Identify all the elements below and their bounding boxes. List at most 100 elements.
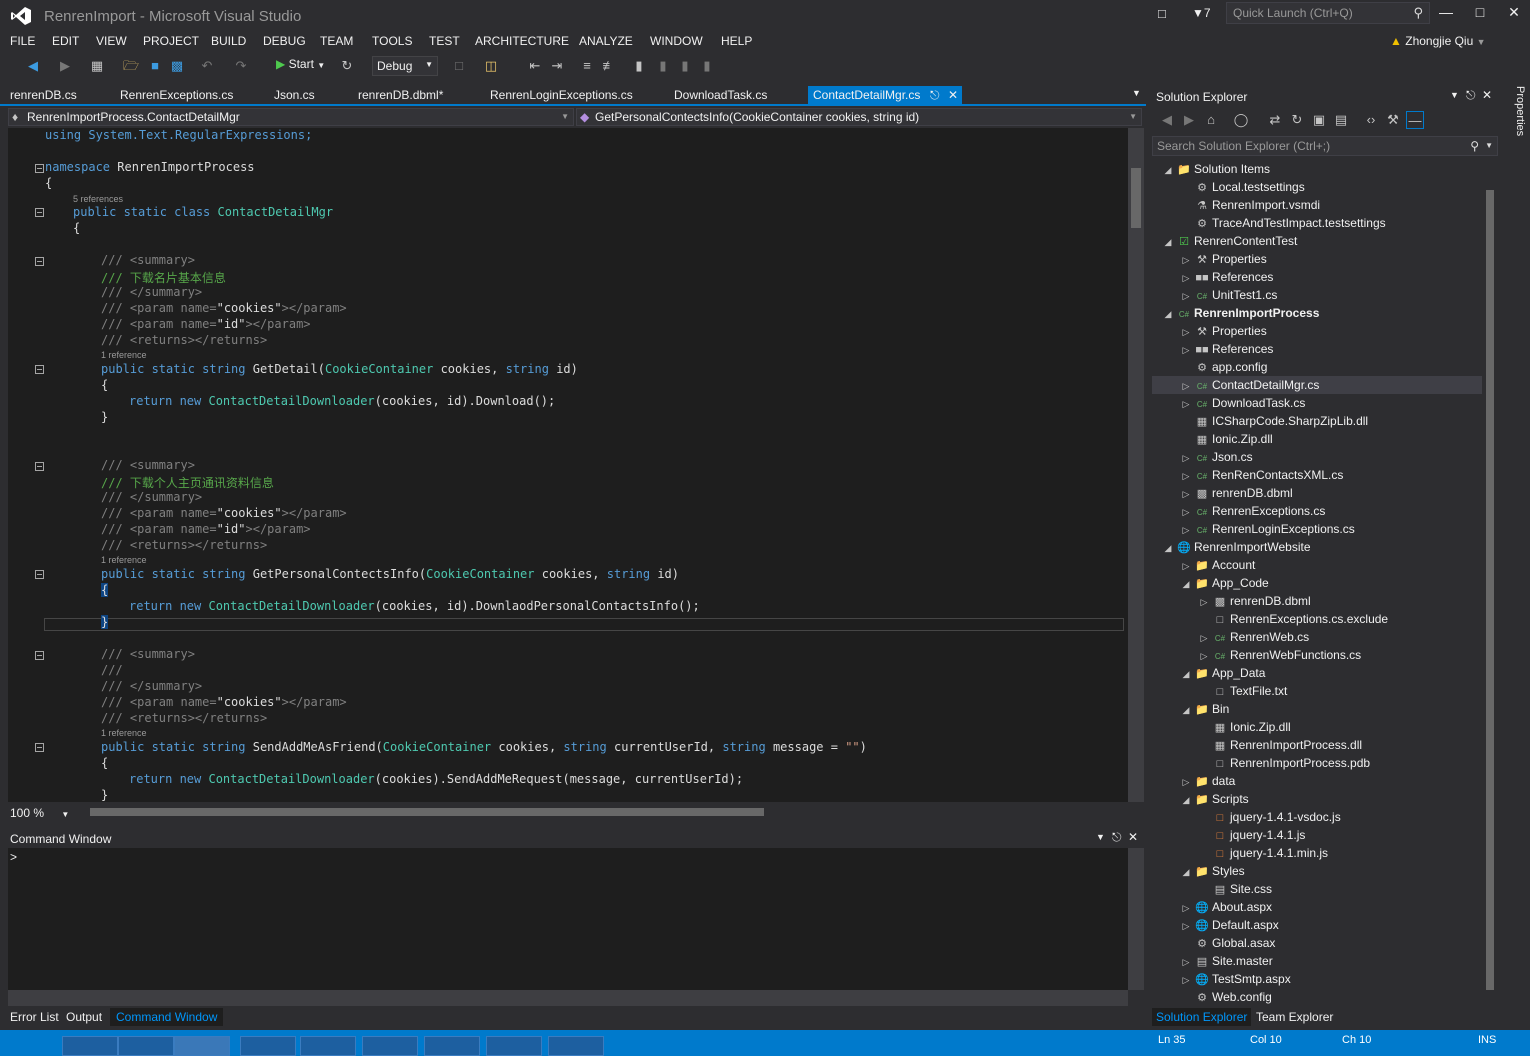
- tree-item[interactable]: □ jquery-1.4.1.js: [1152, 826, 1482, 844]
- codelens-references[interactable]: 1 reference: [101, 350, 147, 360]
- menu-test[interactable]: TEST: [429, 34, 460, 48]
- tree-item[interactable]: ⚙ Local.testsettings: [1152, 178, 1482, 196]
- find-icon[interactable]: □: [450, 57, 468, 75]
- tree-item[interactable]: ◢ C# RenrenImportProcess: [1152, 304, 1482, 322]
- tree-item[interactable]: ⚗ RenrenImport.vsmdi: [1152, 196, 1482, 214]
- taskbar-app-console[interactable]: [240, 1036, 296, 1056]
- tree-item[interactable]: ▷ C# RenrenExceptions.cs: [1152, 502, 1482, 520]
- tab-renrenloginexceptions-cs[interactable]: RenrenLoginExceptions.cs: [490, 88, 633, 102]
- tree-item[interactable]: ▷ ■■ References: [1152, 268, 1482, 286]
- collapsed-arrow-icon[interactable]: ▷: [1178, 449, 1194, 467]
- solution-configuration-select[interactable]: Debug ▼: [372, 56, 438, 76]
- tree-item[interactable]: ▷ ⚒ Properties: [1152, 250, 1482, 268]
- close-button[interactable]: ✕: [1500, 4, 1528, 24]
- save-icon[interactable]: ■: [146, 57, 164, 75]
- tab-contactdetailmgr-cs[interactable]: ContactDetailMgr.cs: [813, 88, 920, 102]
- clear-bookmarks-icon[interactable]: ▮: [698, 57, 716, 75]
- collapsed-arrow-icon[interactable]: ▷: [1178, 323, 1194, 341]
- collapse-all-icon[interactable]: ▣: [1310, 111, 1328, 129]
- sync-icon[interactable]: ⇄: [1266, 111, 1284, 129]
- zoom-level[interactable]: 100 % ▼: [10, 806, 69, 820]
- tree-item[interactable]: □ jquery-1.4.1.min.js: [1152, 844, 1482, 862]
- new-project-icon[interactable]: ▦: [88, 57, 106, 75]
- tree-item[interactable]: □ TextFile.txt: [1152, 682, 1482, 700]
- tree-item[interactable]: ▷ ⚒ Properties: [1152, 322, 1482, 340]
- refresh-icon[interactable]: ↻: [1288, 111, 1306, 129]
- member-navigation-dropdown[interactable]: ◆ GetPersonalContectsInfo(CookieContaine…: [576, 108, 1142, 126]
- collapsed-arrow-icon[interactable]: ▷: [1178, 287, 1194, 305]
- start-button[interactable]: ▶ Start ▼: [276, 57, 325, 71]
- menu-help[interactable]: HELP: [721, 34, 752, 48]
- codelens-references[interactable]: 1 reference: [101, 555, 147, 565]
- tab-error-list[interactable]: Error List: [10, 1010, 59, 1024]
- tree-item[interactable]: ▷ C# ContactDetailMgr.cs: [1152, 376, 1482, 394]
- tab-renrendb-dbml[interactable]: renrenDB.dbml*: [358, 88, 443, 102]
- solution-search-input[interactable]: Search Solution Explorer (Ctrl+;) ⚲ ▼: [1152, 136, 1498, 156]
- expanded-arrow-icon[interactable]: ◢: [1160, 233, 1176, 251]
- type-navigation-dropdown[interactable]: ♦ RenrenImportProcess.ContactDetailMgr ▼: [8, 108, 574, 126]
- tree-item[interactable]: ◢ ☑ RenrenContentTest: [1152, 232, 1482, 250]
- tree-item[interactable]: ◢ 🌐 RenrenImportWebsite: [1152, 538, 1482, 556]
- tree-item[interactable]: ⚙ Web.config: [1152, 988, 1482, 1006]
- tree-item[interactable]: ▷ C# RenrenWebFunctions.cs: [1152, 646, 1482, 664]
- tab-team-explorer[interactable]: Team Explorer: [1256, 1010, 1333, 1024]
- tree-item[interactable]: ▷ ■■ References: [1152, 340, 1482, 358]
- properties-side-tab[interactable]: Properties: [1504, 86, 1526, 146]
- tree-item[interactable]: ▷ ▩ renrenDB.dbml: [1152, 592, 1482, 610]
- tree-item[interactable]: □ RenrenExceptions.cs.exclude: [1152, 610, 1482, 628]
- maximize-button[interactable]: □: [1466, 4, 1494, 24]
- tab-output[interactable]: Output: [66, 1010, 102, 1024]
- tree-item[interactable]: ▷ C# Json.cs: [1152, 448, 1482, 466]
- collapse-toggle[interactable]: [35, 208, 44, 217]
- menu-project[interactable]: PROJECT: [143, 34, 199, 48]
- tab-solution-explorer[interactable]: Solution Explorer: [1152, 1008, 1252, 1026]
- chevron-down-icon[interactable]: ▼: [1450, 90, 1459, 100]
- taskbar-app-game[interactable]: [548, 1036, 604, 1056]
- collapsed-arrow-icon[interactable]: ▷: [1196, 647, 1212, 665]
- bookmark-icon[interactable]: ▮: [630, 57, 648, 75]
- tree-item[interactable]: ▦ ICSharpCode.SharpZipLib.dll: [1152, 412, 1482, 430]
- editor-vertical-scrollbar[interactable]: [1128, 128, 1144, 802]
- collapsed-arrow-icon[interactable]: ▷: [1178, 917, 1194, 935]
- previous-bookmark-icon[interactable]: ▮: [654, 57, 672, 75]
- save-all-icon[interactable]: ▩: [168, 57, 186, 75]
- menu-team[interactable]: TEAM: [320, 34, 353, 48]
- back-icon[interactable]: ◀: [1158, 111, 1176, 129]
- collapsed-arrow-icon[interactable]: ▷: [1178, 377, 1194, 395]
- properties-icon[interactable]: ⚒: [1384, 111, 1402, 129]
- collapsed-arrow-icon[interactable]: ▷: [1178, 269, 1194, 287]
- redo-icon[interactable]: ↷: [232, 57, 250, 75]
- tab-renrendb-cs[interactable]: renrenDB.cs: [10, 88, 77, 102]
- collapsed-arrow-icon[interactable]: ▷: [1178, 521, 1194, 539]
- taskbar-app-qq[interactable]: [62, 1036, 118, 1056]
- tree-item[interactable]: ▦ Ionic.Zip.dll: [1152, 718, 1482, 736]
- view-code-icon[interactable]: ‹›: [1362, 111, 1380, 129]
- collapse-toggle[interactable]: [35, 743, 44, 752]
- tree-item[interactable]: ▦ RenrenImportProcess.dll: [1152, 736, 1482, 754]
- tree-item[interactable]: ◢ 📁 Styles: [1152, 862, 1482, 880]
- taskbar-app-outlook[interactable]: [362, 1036, 418, 1056]
- tree-item[interactable]: ▷ C# DownloadTask.cs: [1152, 394, 1482, 412]
- collapse-toggle[interactable]: [35, 651, 44, 660]
- collapsed-arrow-icon[interactable]: ▷: [1178, 251, 1194, 269]
- uncomment-icon[interactable]: ≢: [600, 57, 618, 75]
- tree-item[interactable]: ⚙ app.config: [1152, 358, 1482, 376]
- collapsed-arrow-icon[interactable]: ▷: [1178, 341, 1194, 359]
- tree-item[interactable]: ▷ C# RenRenContactsXML.cs: [1152, 466, 1482, 484]
- tree-item[interactable]: ▦ Ionic.Zip.dll: [1152, 430, 1482, 448]
- menu-edit[interactable]: EDIT: [52, 34, 79, 48]
- menu-architecture[interactable]: ARCHITECTURE: [475, 34, 569, 48]
- expanded-arrow-icon[interactable]: ◢: [1178, 575, 1194, 593]
- home-icon[interactable]: ⌂: [1202, 111, 1220, 129]
- solution-scroll-thumb[interactable]: [1486, 190, 1494, 990]
- tree-item[interactable]: ⚙ Global.asax: [1152, 934, 1482, 952]
- forward-icon[interactable]: ▶: [1180, 111, 1198, 129]
- collapsed-arrow-icon[interactable]: ▷: [1178, 773, 1194, 791]
- tree-item[interactable]: ▤ Site.css: [1152, 880, 1482, 898]
- tree-item[interactable]: ▷ 📁 data: [1152, 772, 1482, 790]
- menu-tools[interactable]: TOOLS: [372, 34, 412, 48]
- solution-explorer-icon[interactable]: ◫: [482, 57, 500, 75]
- collapse-toggle[interactable]: [35, 462, 44, 471]
- tree-item[interactable]: □ jquery-1.4.1-vsdoc.js: [1152, 808, 1482, 826]
- indent-icon[interactable]: ⇥: [548, 57, 566, 75]
